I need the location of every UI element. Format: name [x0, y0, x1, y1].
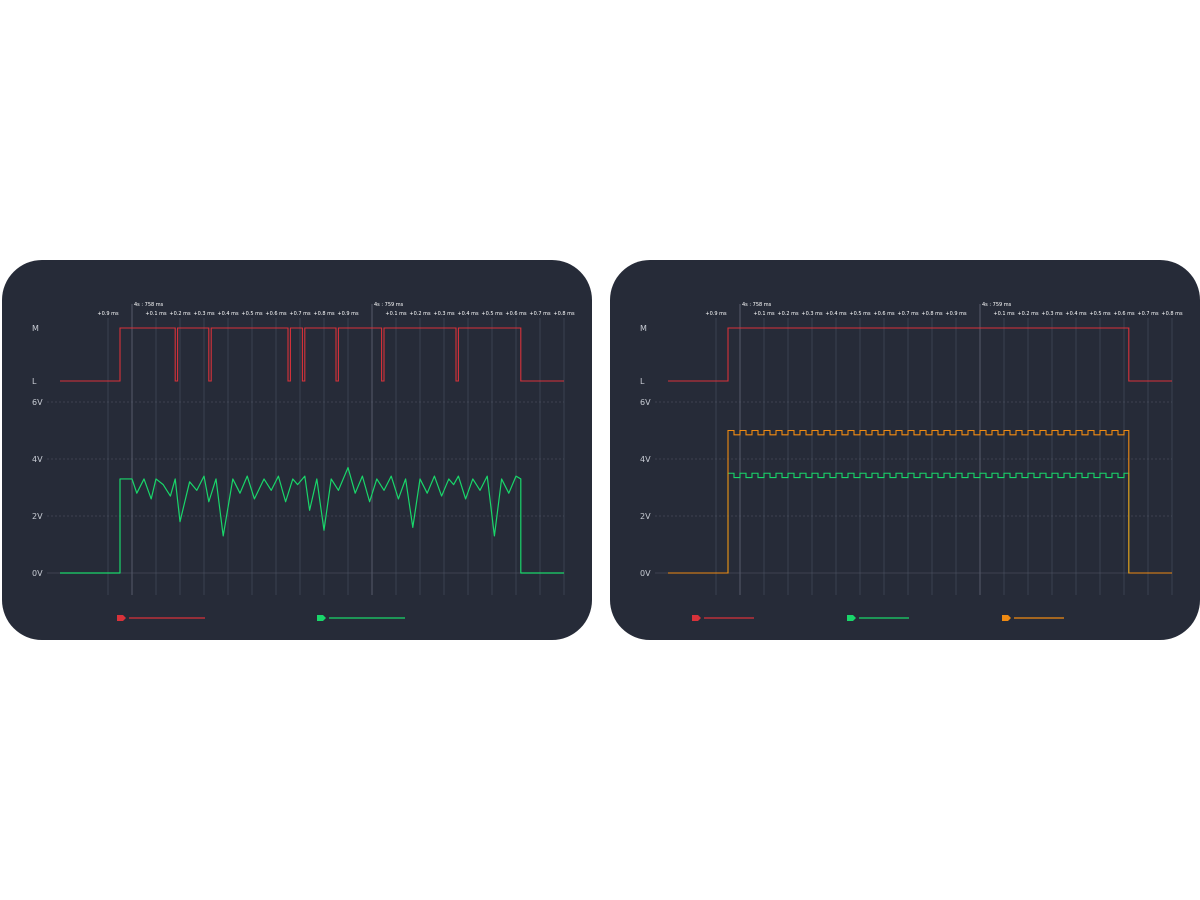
voltage-axis-label: 6V [32, 398, 43, 407]
square-signal-line [668, 472, 1172, 574]
time-tick-label: +0.2 ms [169, 311, 191, 317]
time-tick-label: +0.9 ms [705, 311, 727, 317]
digital-signal-line [60, 327, 564, 382]
legend-marker-icon [692, 615, 701, 621]
chart-left-svg: 4s : 758 ms 4s : 759 ms+0.9 ms +0.1 ms +0.2… [32, 302, 575, 621]
time-marker-label: 4s : 758 ms [742, 302, 772, 308]
voltage-axis-label: 4V [32, 455, 43, 464]
time-tick-label: +0.5 ms [849, 311, 871, 317]
time-marker-label: 4s : 759 ms [982, 302, 1012, 308]
time-tick-label: +0.5 ms [1089, 311, 1111, 317]
digital-level-label: M [32, 324, 39, 333]
time-tick-label: +0.3 ms [193, 311, 215, 317]
time-tick-label: +0.3 ms [1041, 311, 1063, 317]
legend-marker-icon [847, 615, 856, 621]
time-tick-label: +0.5 ms [481, 311, 503, 317]
time-tick-label: +0.6 ms [873, 311, 895, 317]
time-tick-label: +0.3 ms [801, 311, 823, 317]
time-tick-label: +0.1 ms [993, 311, 1015, 317]
time-tick-label: +0.6 ms [1113, 311, 1135, 317]
legend-marker-icon [117, 615, 126, 621]
voltage-axis-label: 2V [640, 512, 651, 521]
time-tick-label: +0.6 ms [505, 311, 527, 317]
chart-panel-right: 4s : 758 ms 4s : 759 ms +0.9 ms +0.1 ms +0.2… [610, 260, 1200, 640]
time-tick-label: +0.1 ms [385, 311, 407, 317]
legend-marker-icon [317, 615, 326, 621]
time-tick-label: +0.7 ms [529, 311, 551, 317]
time-tick-label: +0.7 ms [1137, 311, 1159, 317]
chart-right-svg: 4s : 758 ms 4s : 759 ms+0.9 ms +0.1 ms +0.2… [640, 302, 1183, 621]
time-tick-label: +0.9 ms [97, 311, 119, 317]
digital-level-label: M [640, 324, 647, 333]
legend-marker-icon [1002, 615, 1011, 621]
square-signal-line [668, 429, 1172, 574]
time-tick-label: +0.5 ms [241, 311, 263, 317]
time-tick-label: +0.8 ms [553, 311, 575, 317]
time-tick-label: +0.1 ms [145, 311, 167, 317]
time-tick-label: +0.4 ms [825, 311, 847, 317]
digital-level-label: L [640, 377, 645, 386]
digital-signal-line [668, 327, 1172, 382]
time-tick-label: +0.8 ms [1161, 311, 1183, 317]
time-tick-label: +0.8 ms [313, 311, 335, 317]
time-tick-label: +0.8 ms [921, 311, 943, 317]
time-marker-label: 4s : 759 ms [374, 302, 404, 308]
voltage-axis-label: 6V [640, 398, 651, 407]
voltage-axis-label: 0V [640, 569, 651, 578]
time-tick-label: +0.4 ms [217, 311, 239, 317]
time-tick-label: +0.7 ms [897, 311, 919, 317]
voltage-axis-label: 4V [640, 455, 651, 464]
time-tick-label: +0.7 ms [289, 311, 311, 317]
time-tick-label: +0.4 ms [1065, 311, 1087, 317]
time-tick-label: +0.2 ms [1017, 311, 1039, 317]
voltage-axis-label: 0V [32, 569, 43, 578]
time-tick-label: +0.6 ms [265, 311, 287, 317]
time-marker-label: 4s : 758 ms [134, 302, 164, 308]
time-tick-label: +0.2 ms [777, 311, 799, 317]
chart-panel-left: 4s : 758 ms 4s : 759 ms +0.9 ms +0.1 ms +0.2… [2, 260, 592, 640]
time-tick-label: +0.1 ms [753, 311, 775, 317]
analog-signal-line [60, 466, 564, 574]
time-tick-label: +0.9 ms [337, 311, 359, 317]
time-tick-label: +0.9 ms [945, 311, 967, 317]
voltage-axis-label: 2V [32, 512, 43, 521]
time-tick-label: +0.4 ms [457, 311, 479, 317]
time-tick-label: +0.3 ms [433, 311, 455, 317]
digital-level-label: L [32, 377, 37, 386]
time-tick-label: +0.2 ms [409, 311, 431, 317]
